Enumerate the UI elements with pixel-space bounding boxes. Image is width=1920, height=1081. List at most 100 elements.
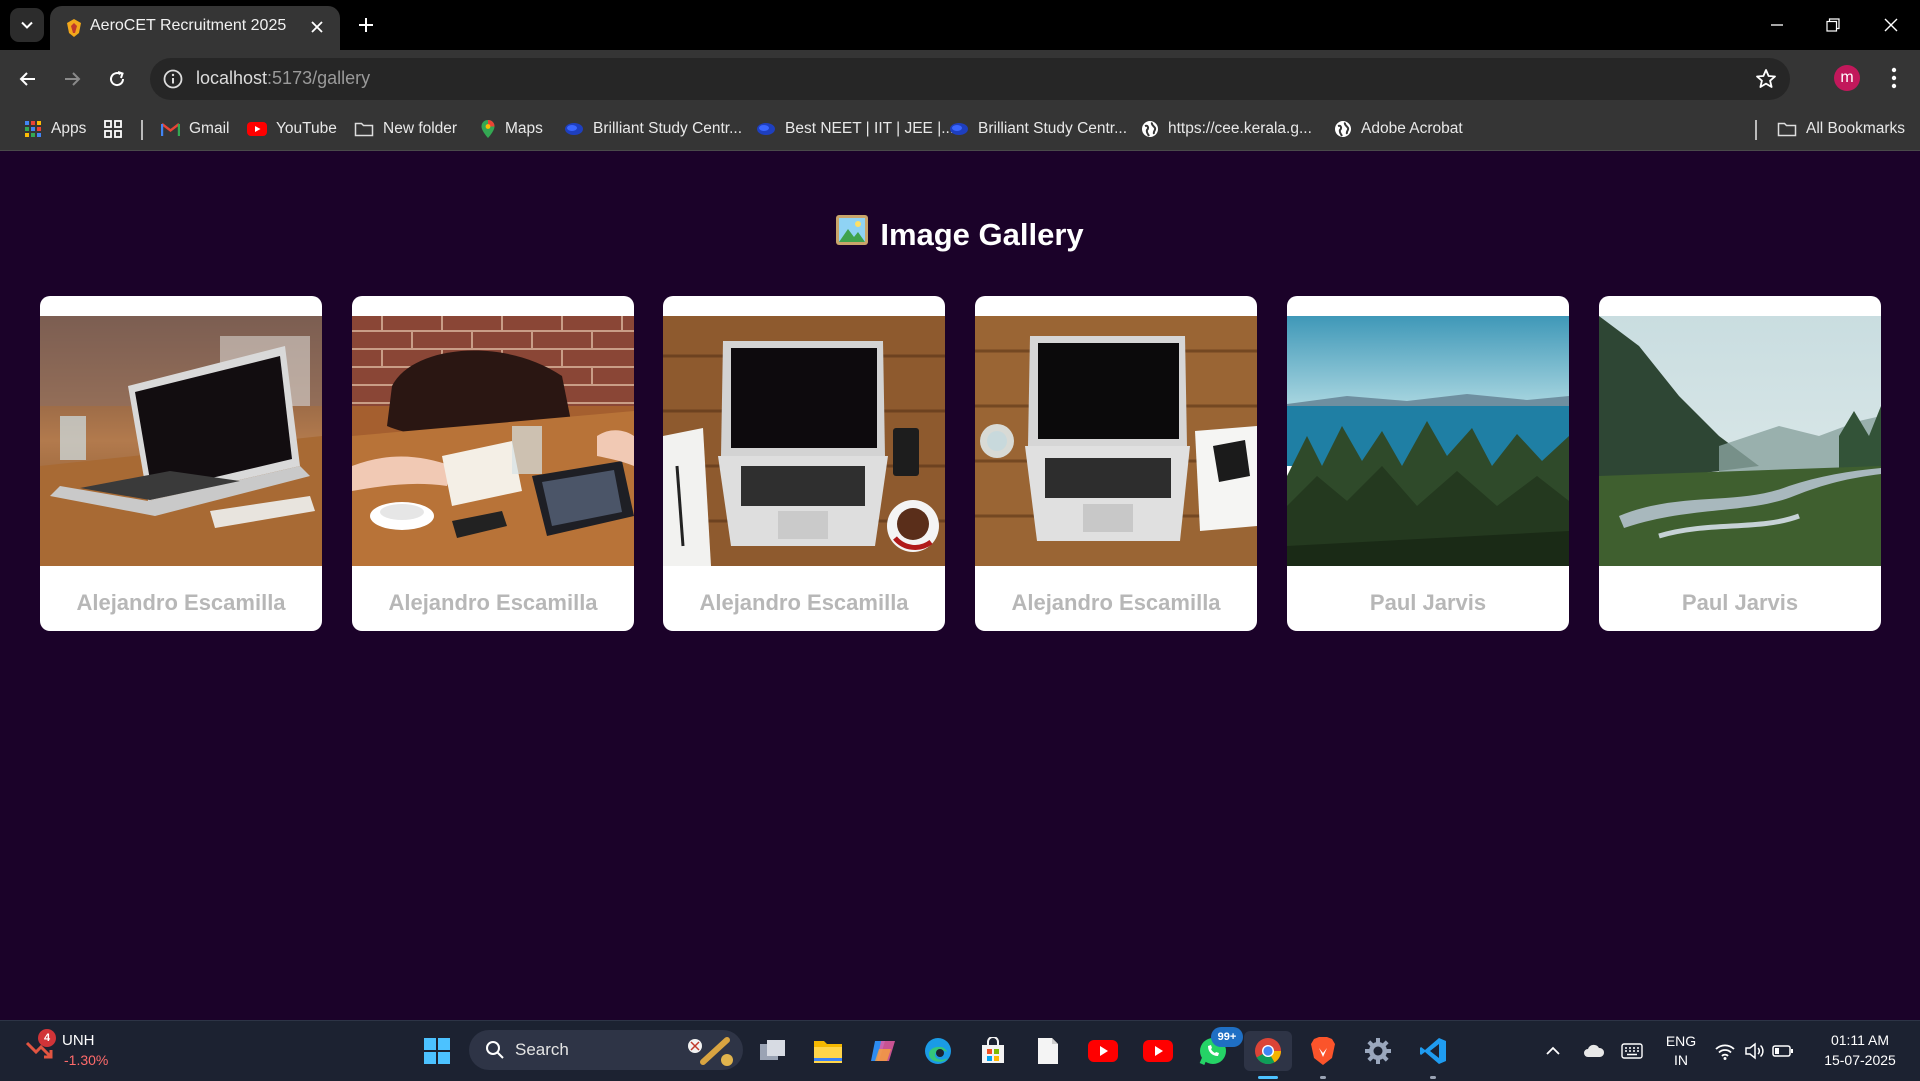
whatsapp-button[interactable]: 99+ [1193, 1027, 1243, 1071]
language-indicator[interactable]: ENG IN [1657, 1033, 1705, 1071]
edge-button[interactable] [918, 1031, 958, 1071]
profile-avatar[interactable]: m [1834, 65, 1860, 91]
card-author: Alejandro Escamilla [1011, 590, 1221, 615]
site-icon [950, 123, 968, 135]
gallery-card[interactable]: Alejandro Escamilla [352, 296, 634, 631]
card-author: Paul Jarvis [1681, 590, 1799, 615]
restore-button[interactable] [1820, 12, 1846, 38]
youtube-app-button[interactable] [1083, 1031, 1123, 1071]
notepad-button[interactable] [1028, 1031, 1068, 1071]
gallery-card[interactable]: Alejandro Escamilla [40, 296, 322, 631]
gallery-card[interactable]: Alejandro Escamilla [663, 296, 945, 631]
new-tab-button[interactable] [352, 11, 380, 39]
tab-search-button[interactable] [10, 8, 44, 42]
bookmark-gmail[interactable]: Gmail [161, 108, 229, 150]
start-button[interactable] [417, 1031, 457, 1071]
gallery-image[interactable] [1287, 316, 1569, 566]
clock-time: 01:11 AM [1830, 1032, 1890, 1048]
gallery-image[interactable] [1599, 316, 1881, 566]
back-button[interactable] [12, 63, 44, 95]
tab-close-button[interactable] [306, 16, 328, 38]
bookmark-label: https://cee.kerala.g... [1168, 120, 1312, 137]
folder-icon [354, 122, 374, 137]
gallery-image[interactable] [975, 316, 1257, 566]
plus-icon [359, 18, 373, 32]
gallery-card[interactable]: Paul Jarvis [1287, 296, 1569, 631]
stock-ticker: UNH [62, 1032, 95, 1049]
minimize-button[interactable] [1764, 12, 1790, 38]
bookmark-label: Maps [505, 120, 543, 137]
all-bookmarks-button[interactable]: All Bookmarks [1777, 108, 1905, 150]
clock[interactable]: 01:11 AM 15-07-2025 [1810, 1031, 1910, 1071]
wifi-icon [1715, 1044, 1735, 1060]
taskbar-search[interactable]: Search [469, 1030, 743, 1070]
onedrive-button[interactable] [1574, 1031, 1614, 1071]
more-vertical-icon [1891, 67, 1897, 89]
tab-groups-button[interactable] [104, 108, 122, 150]
close-icon [311, 21, 323, 33]
stock-widget[interactable]: 4 UNH -1.30% [22, 1029, 132, 1073]
page-title-text: Image Gallery [880, 217, 1084, 252]
vscode-icon [1420, 1038, 1446, 1064]
bookmark-new-folder[interactable]: New folder [354, 108, 457, 150]
youtube-icon [247, 122, 267, 136]
gallery-card[interactable]: Paul Jarvis [1599, 296, 1881, 631]
tab-groups-icon [104, 120, 122, 138]
youtube-app-button-2[interactable] [1138, 1031, 1178, 1071]
bookmark-label: Best NEET | IIT | JEE |... [785, 120, 955, 137]
bookmark-label: Brilliant Study Centr... [593, 120, 743, 137]
bookmark-apps[interactable]: Apps [24, 108, 86, 150]
forward-button[interactable] [56, 63, 88, 95]
youtube-icon [1143, 1040, 1173, 1062]
show-hidden-icons-button[interactable] [1533, 1031, 1573, 1071]
address-bar[interactable]: localhost:5173/gallery [150, 58, 1790, 100]
site-info-icon[interactable] [162, 68, 184, 90]
settings-button[interactable] [1358, 1031, 1398, 1071]
all-bookmarks-label: All Bookmarks [1806, 120, 1906, 137]
gallery-image[interactable] [352, 316, 634, 566]
bookmark-adobe-acrobat[interactable]: Adobe Acrobat [1334, 108, 1463, 150]
restore-icon [1826, 18, 1840, 32]
volume-icon [1745, 1042, 1764, 1060]
aerocet-favicon-icon [67, 19, 81, 37]
bookmark-star-icon[interactable] [1754, 67, 1778, 91]
file-explorer-button[interactable] [808, 1031, 848, 1071]
bookmark-best-neet[interactable]: Best NEET | IIT | JEE |... [756, 108, 954, 150]
active-tab[interactable]: AeroCET Recruitment 2025 [50, 6, 340, 50]
gmail-icon [161, 122, 180, 136]
chrome-button[interactable] [1244, 1031, 1292, 1079]
close-window-button[interactable] [1878, 12, 1904, 38]
bookmark-youtube[interactable]: YouTube [247, 108, 337, 150]
page-title: Image Gallery [0, 214, 1920, 256]
store-button[interactable] [973, 1031, 1013, 1071]
widget-badge: 4 [38, 1029, 56, 1047]
vscode-button[interactable] [1413, 1031, 1453, 1079]
url-text[interactable]: localhost:5173/gallery [196, 68, 370, 89]
search-icon [486, 1041, 504, 1059]
globe-icon [1142, 121, 1158, 137]
battery-icon [1772, 1045, 1793, 1057]
card-author: Alejandro Escamilla [388, 590, 598, 615]
arrow-right-icon [65, 72, 81, 86]
bookmark-brilliant-2[interactable]: Brilliant Study Centr... [949, 108, 1127, 150]
maps-icon [481, 120, 495, 138]
bookmark-label: Brilliant Study Centr... [978, 120, 1128, 137]
copilot-button[interactable] [863, 1031, 903, 1071]
gallery-image[interactable] [40, 316, 322, 566]
bookmark-label: New folder [383, 120, 458, 137]
bookmark-brilliant-1[interactable]: Brilliant Study Centr... [564, 108, 742, 150]
browser-menu-button[interactable] [1880, 62, 1908, 94]
quick-settings-button[interactable] [1710, 1031, 1798, 1071]
bookmark-maps[interactable]: Maps [480, 108, 543, 150]
apps-grid-icon [25, 121, 41, 137]
search-highlight-icon [688, 1037, 733, 1066]
bookmark-cee-kerala[interactable]: https://cee.kerala.g... [1141, 108, 1312, 150]
reload-button[interactable] [101, 63, 133, 95]
gallery-image[interactable] [663, 316, 945, 566]
task-view-button[interactable] [753, 1031, 793, 1071]
gallery-card[interactable]: Alejandro Escamilla [975, 296, 1257, 631]
brave-button[interactable] [1303, 1031, 1343, 1079]
document-icon [1038, 1038, 1058, 1064]
touch-keyboard-button[interactable] [1612, 1031, 1652, 1071]
gear-icon [1365, 1038, 1391, 1064]
